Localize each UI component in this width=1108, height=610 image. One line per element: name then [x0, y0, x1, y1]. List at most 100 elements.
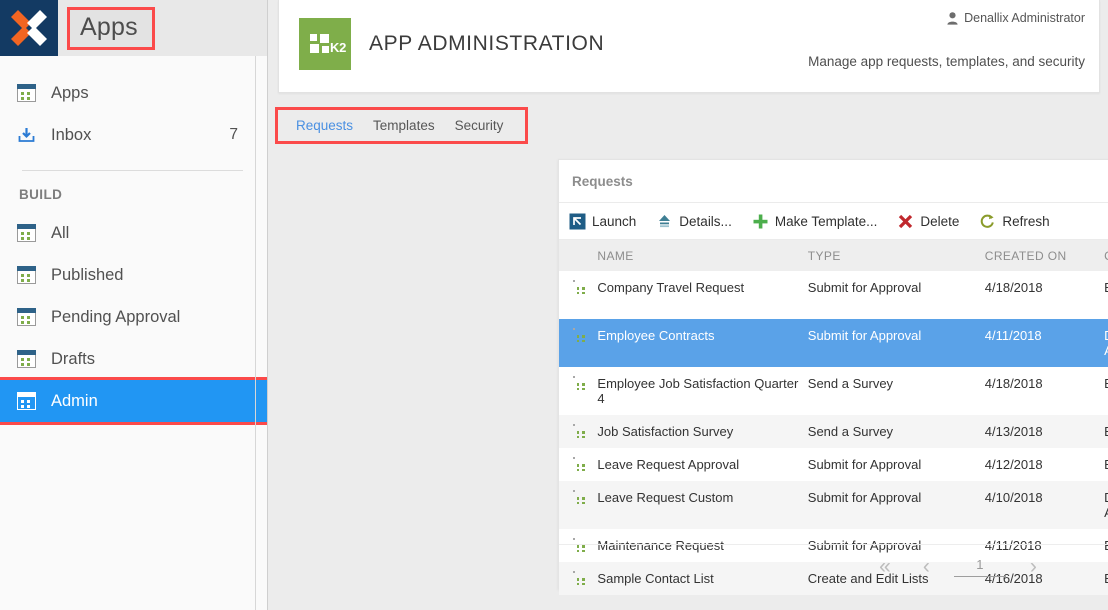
refresh-button[interactable]: Refresh	[979, 213, 1050, 230]
page-header-card: K2 APP ADMINISTRATION Denallix Administr…	[278, 0, 1100, 93]
row-created-on: 4/11/2018	[984, 319, 1105, 367]
inbox-icon	[17, 126, 36, 144]
row-type: Send a Survey	[807, 415, 985, 448]
x-delete-icon	[897, 213, 914, 230]
sidebar-item-apps[interactable]: Apps	[0, 72, 268, 114]
row-icon-cell	[559, 319, 598, 367]
panel-heading: Requests	[572, 173, 633, 189]
row-created-on: 4/12/2018	[984, 457, 1043, 472]
requests-panel: Requests Launch Details... Make Template…	[558, 159, 1108, 595]
table-row[interactable]: Leave Request Approval Submit for Approva…	[559, 448, 1108, 481]
sidebar-header: Apps	[0, 0, 268, 56]
app-root: Apps Apps Inbox 7 BUILD All Published Pe…	[0, 0, 1108, 610]
col-name[interactable]: NAME	[597, 240, 808, 271]
sidebar-item-all[interactable]: All	[0, 212, 268, 254]
row-created-on: 4/18/2018	[984, 280, 1043, 295]
launch-label: Launch	[592, 213, 637, 229]
row-name: Employee Job Satisfaction Quarter 4	[597, 376, 799, 406]
col-type[interactable]: TYPE	[807, 240, 985, 271]
table-row[interactable]: Leave Request Custom Submit for Approval 4…	[559, 481, 1108, 529]
sidebar-group-build: BUILD	[19, 187, 63, 202]
table-header-row: NAME TYPE CREATED ON CREATED BY STATUS	[559, 240, 1108, 271]
col-icon	[559, 240, 598, 271]
row-name: Leave Request Approval	[597, 457, 740, 472]
row-type: Send a Survey	[807, 376, 894, 391]
row-created-by: Denallix Administrator	[1104, 319, 1108, 367]
sidebar-item-label: Inbox	[51, 125, 92, 144]
sidebar-item-drafts[interactable]: Drafts	[0, 338, 268, 380]
row-created-by: Bob Maggio	[1104, 271, 1108, 319]
window-icon	[17, 84, 36, 102]
window-icon	[17, 392, 36, 410]
prev-page-button[interactable]: ‹	[907, 556, 946, 577]
table-row[interactable]: Employee Job Satisfaction Quarter 4 Send …	[559, 367, 1108, 415]
make-template-label: Make Template...	[774, 213, 878, 229]
product-logo[interactable]	[0, 0, 58, 56]
tab-security[interactable]: Security	[445, 115, 514, 136]
row-icon-cell	[559, 367, 597, 415]
refresh-label: Refresh	[1002, 213, 1050, 229]
row-created-by: Bob Maggio	[1104, 367, 1108, 415]
row-type: Submit for Approval	[807, 280, 922, 295]
first-page-button[interactable]: «	[863, 556, 907, 577]
make-template-button[interactable]: Make Template...	[752, 213, 878, 230]
x-logo-icon	[11, 10, 47, 46]
page-title: APP ADMINISTRATION	[369, 32, 605, 55]
requests-table: NAME TYPE CREATED ON CREATED BY STATUS C…	[559, 240, 1108, 595]
col-created-on[interactable]: CREATED ON	[984, 240, 1105, 271]
row-icon-cell	[559, 415, 598, 448]
page-subtitle: Manage app requests, templates, and secu…	[808, 54, 1085, 69]
row-type: Submit for Approval	[807, 319, 985, 367]
window-icon	[17, 350, 36, 368]
panel-toolbar: Launch Details... Make Template... Delet…	[559, 202, 1108, 240]
delete-label: Delete	[920, 213, 960, 229]
next-page-button[interactable]: ›	[1014, 556, 1053, 577]
sidebar-item-admin[interactable]: Admin	[0, 377, 271, 425]
window-icon	[17, 224, 36, 242]
sidebar-item-inbox[interactable]: Inbox 7	[0, 114, 268, 156]
tab-bar: Requests Templates Security	[274, 107, 529, 144]
k2-logo-icon: K2	[299, 18, 351, 70]
sidebar-item-published[interactable]: Published	[0, 254, 268, 296]
row-name: Job Satisfaction Survey	[597, 415, 808, 448]
row-created-on: 4/18/2018	[984, 376, 1043, 391]
apps-title[interactable]: Apps	[67, 6, 155, 50]
details-arrow-icon	[656, 213, 673, 230]
tab-requests[interactable]: Requests	[286, 115, 363, 136]
window-icon	[17, 308, 36, 326]
page-number-input[interactable]: 1	[953, 557, 1006, 577]
table-row[interactable]: Employee Contracts Submit for Approval 4/1…	[559, 319, 1108, 367]
k2-logo-text: K2	[330, 40, 347, 55]
sidebar-item-label: Pending Approval	[51, 307, 181, 326]
delete-button[interactable]: Delete	[897, 213, 959, 230]
sidebar-item-pending-approval[interactable]: Pending Approval	[0, 296, 268, 338]
row-type: Submit for Approval	[807, 481, 985, 529]
row-icon-cell	[559, 481, 598, 529]
launch-button[interactable]: Launch	[569, 213, 636, 230]
sidebar-divider	[22, 170, 243, 171]
row-created-by: Denallix Administrator	[1104, 481, 1108, 529]
row-created-on: 4/13/2018	[984, 415, 1105, 448]
person-icon	[947, 11, 958, 25]
refresh-icon	[979, 213, 996, 230]
apps-title-wrap: Apps	[58, 0, 268, 56]
sidebar-item-label: Drafts	[51, 349, 96, 368]
table-row[interactable]: Company Travel Request Submit for Approva…	[559, 271, 1108, 319]
sidebar-vertical-rule	[255, 56, 256, 610]
row-created-by: Bob Maggio	[1104, 448, 1108, 481]
row-icon-cell	[559, 271, 597, 319]
launch-icon	[569, 213, 586, 230]
window-icon	[17, 266, 36, 284]
main-content: K2 APP ADMINISTRATION Denallix Administr…	[268, 0, 1108, 610]
table-row[interactable]: Job Satisfaction Survey Send a Survey 4/13…	[559, 415, 1108, 448]
col-created-by[interactable]: CREATED BY	[1104, 240, 1108, 271]
user-account[interactable]: Denallix Administrator	[947, 11, 1085, 25]
details-button[interactable]: Details...	[656, 213, 732, 230]
sidebar-item-label: Apps	[51, 83, 89, 102]
sidebar-item-label: All	[51, 223, 70, 242]
details-label: Details...	[679, 213, 732, 229]
sidebar-nav: Apps Inbox 7 BUILD All Published Pending…	[0, 56, 271, 425]
tab-templates[interactable]: Templates	[363, 115, 445, 136]
plus-icon	[752, 213, 769, 230]
user-name: Denallix Administrator	[964, 11, 1085, 25]
